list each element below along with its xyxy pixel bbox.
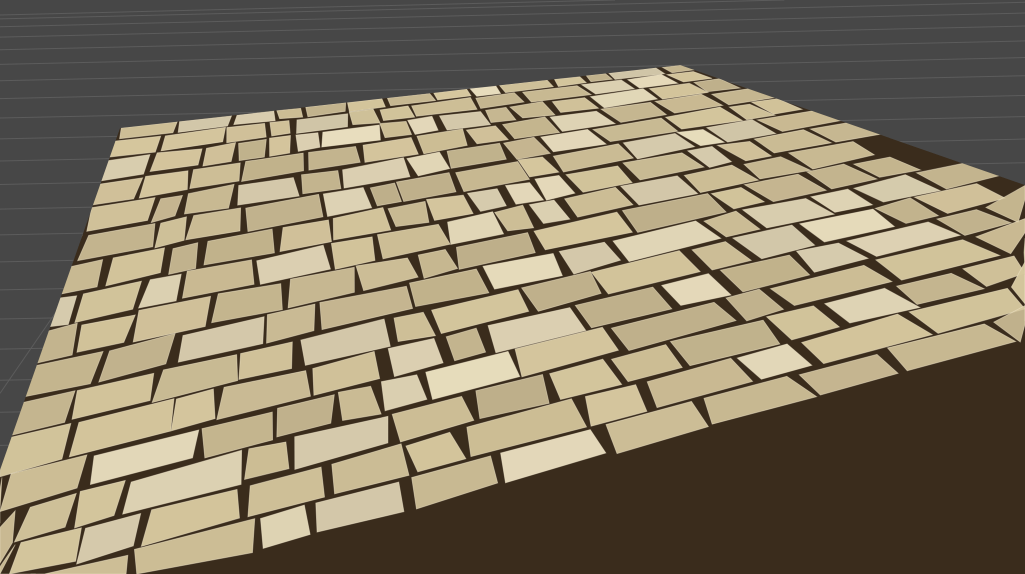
stone-texture-plane[interactable] xyxy=(0,0,1025,574)
stone-tile xyxy=(276,107,304,120)
stone-tile xyxy=(269,134,291,157)
stone-tile xyxy=(269,120,291,137)
stone-tile xyxy=(238,138,267,162)
scene-viewport[interactable] xyxy=(0,0,1025,574)
stone-tile xyxy=(379,120,413,139)
